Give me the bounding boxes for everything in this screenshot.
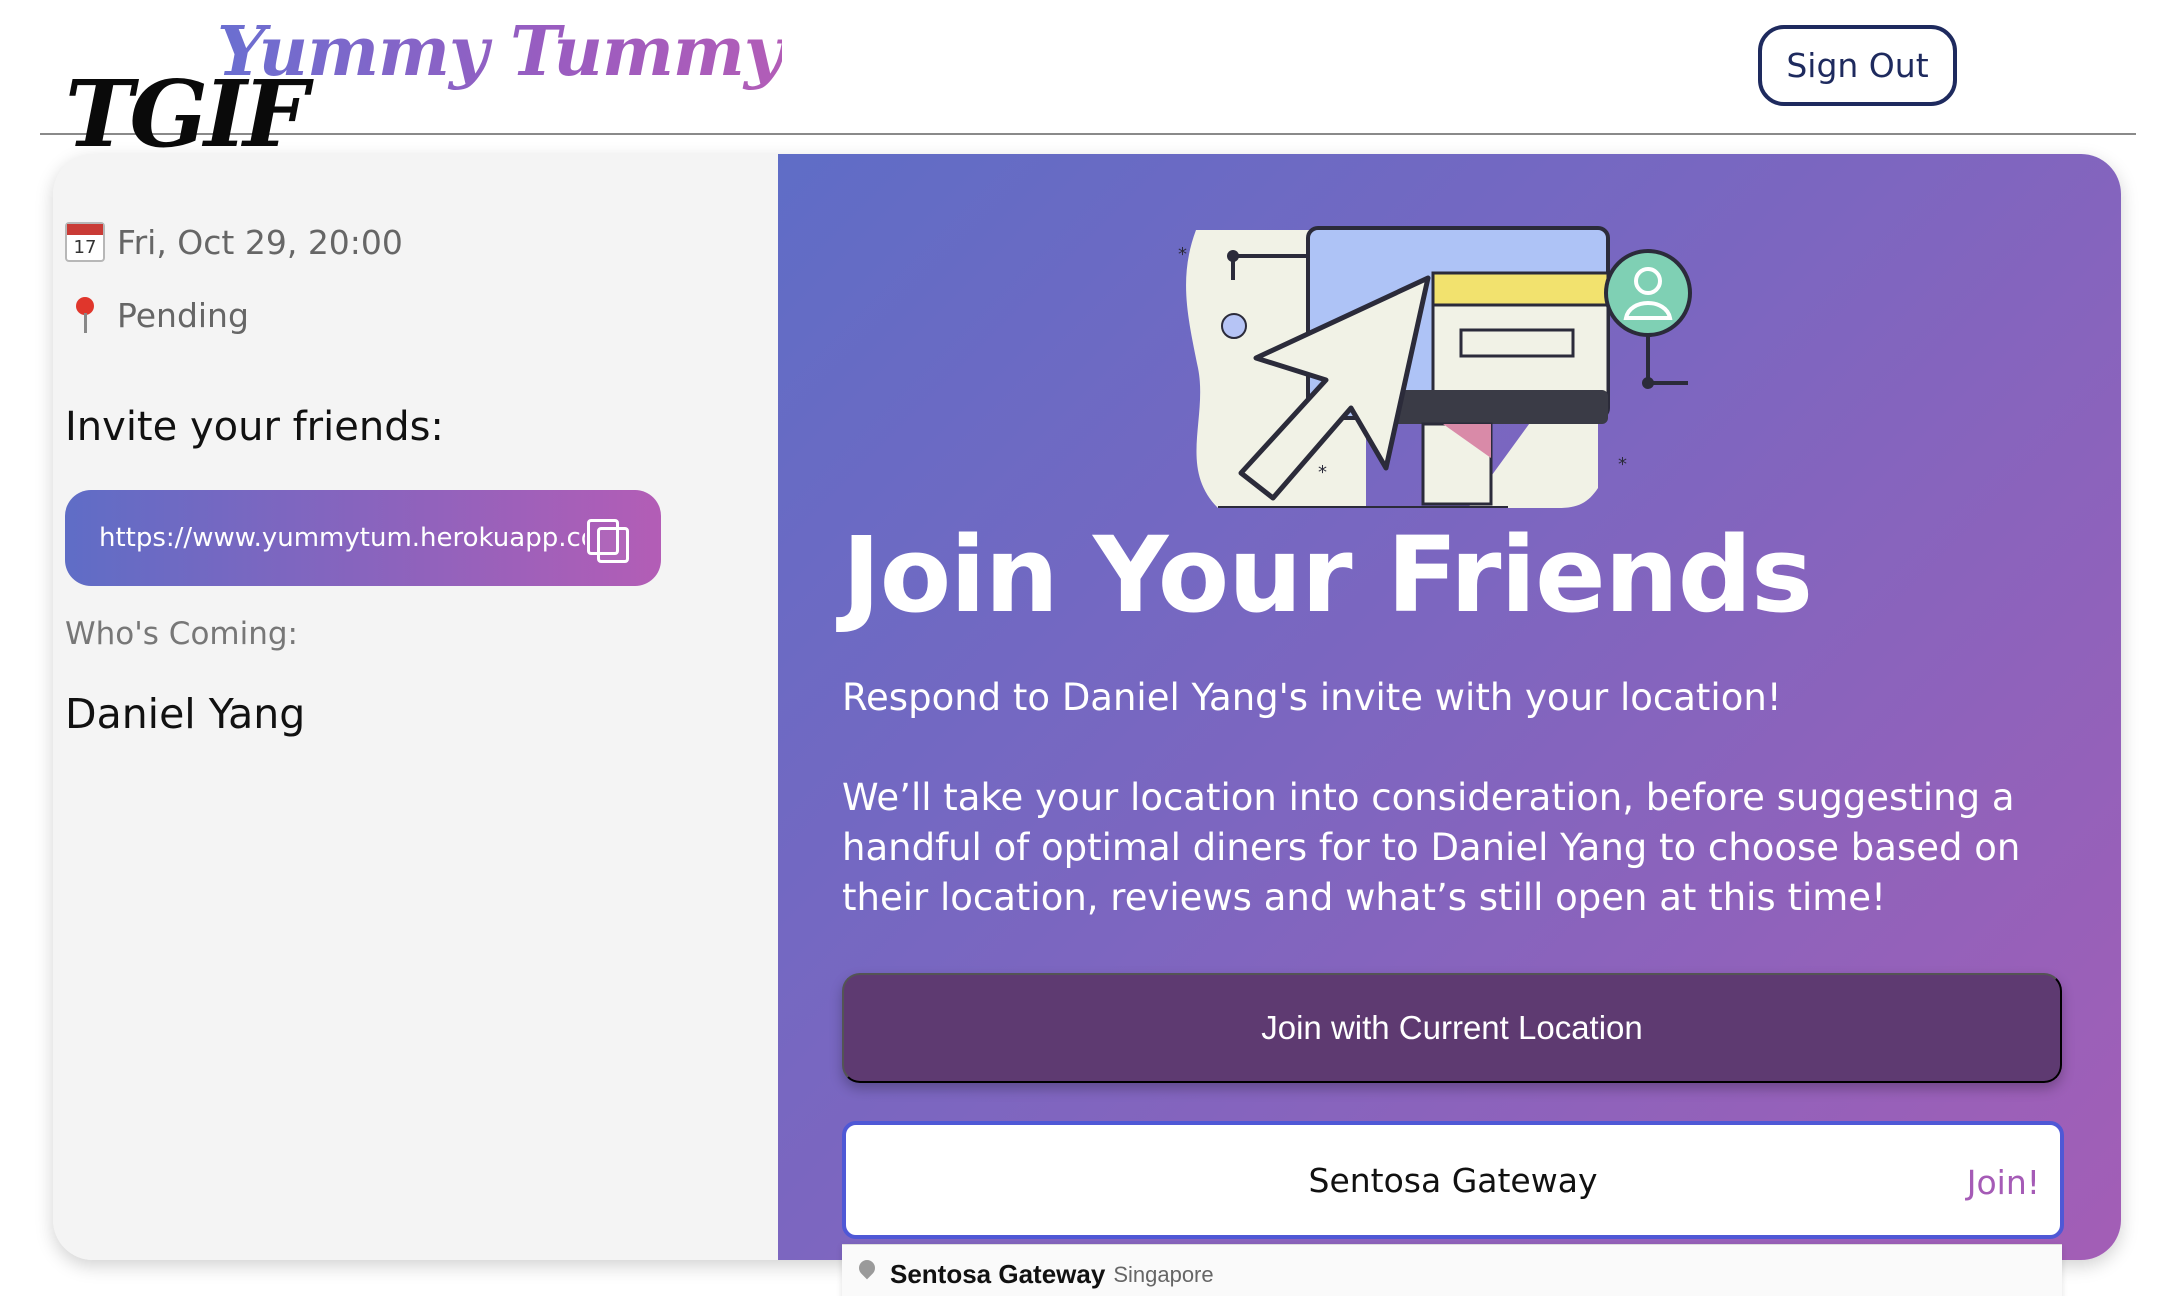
svg-text:*: * <box>1318 462 1327 483</box>
event-title: TGIF <box>65 60 308 168</box>
svg-text:*: * <box>1178 244 1187 265</box>
header-divider <box>40 133 2136 135</box>
whos-coming-label: Who's Coming: <box>65 616 298 652</box>
svg-text:*: * <box>1618 454 1627 475</box>
invite-label: Invite your friends: <box>65 404 444 450</box>
event-date-text: Fri, Oct 29, 20:00 <box>117 222 403 262</box>
join-submit-link[interactable]: Join! <box>1967 1163 2040 1202</box>
location-suggestion-item[interactable]: Sentosa Gateway Singapore <box>842 1244 2062 1296</box>
app-header: Yummy Tummy Sign Out <box>0 0 2174 136</box>
invite-link-copy[interactable]: https://www.yummytum.herokuapp.co <box>65 490 661 586</box>
event-location-status: Pending <box>65 295 249 335</box>
pin-icon <box>65 295 105 335</box>
join-current-location-button[interactable]: Join with Current Location <box>842 973 2062 1083</box>
join-illustration: * * * <box>1178 226 1692 508</box>
suggestion-secondary-text: Singapore <box>1113 1261 1214 1287</box>
location-search-box: Join! <box>842 1121 2064 1239</box>
copy-icon[interactable] <box>585 517 629 563</box>
join-description-text: We’ll take your location into considerat… <box>842 776 2021 919</box>
location-search-input[interactable] <box>846 1125 2060 1235</box>
attendee-name: Daniel Yang <box>65 690 306 738</box>
sign-out-button[interactable]: Sign Out <box>1758 25 1957 106</box>
event-status-text: Pending <box>117 295 249 335</box>
join-intro-text: Respond to Daniel Yang's invite with you… <box>842 676 1782 719</box>
event-date: 17 Fri, Oct 29, 20:00 <box>65 222 403 262</box>
join-heading: Join Your Friends <box>842 514 1813 636</box>
suggestion-main-text: Sentosa Gateway <box>890 1259 1106 1289</box>
location-pin-icon <box>856 1260 878 1290</box>
invite-link-text: https://www.yummytum.herokuapp.co <box>99 523 585 553</box>
calendar-icon: 17 <box>65 222 105 262</box>
